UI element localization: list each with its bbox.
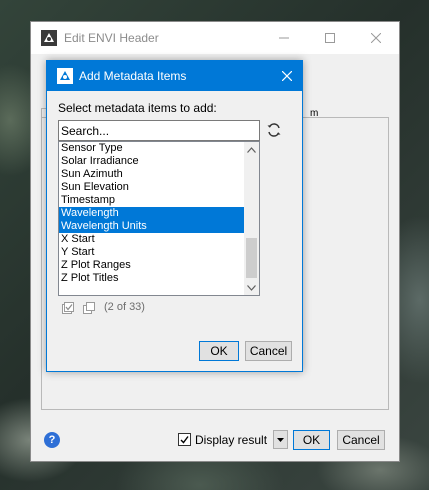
ok-options-dropdown[interactable] xyxy=(273,430,288,449)
main-cancel-button[interactable]: Cancel xyxy=(337,430,385,450)
selection-count: (2 of 33) xyxy=(104,301,145,313)
list-item[interactable]: Solar Irradiance xyxy=(59,155,244,168)
list-item[interactable]: Z Plot Ranges xyxy=(59,259,244,272)
add-metadata-dialog: Add Metadata Items Select metadata items… xyxy=(46,60,303,372)
scroll-thumb[interactable] xyxy=(246,238,257,278)
help-icon[interactable]: ? xyxy=(44,432,60,448)
select-all-icon[interactable] xyxy=(62,302,74,314)
dialog-titlebar: Add Metadata Items xyxy=(47,61,302,91)
dropdown-arrow-icon xyxy=(277,438,284,442)
main-ok-button[interactable]: OK xyxy=(293,430,330,450)
list-item[interactable]: Sensor Type xyxy=(59,142,244,155)
list-item[interactable]: Timestamp xyxy=(59,194,244,207)
dialog-close-button[interactable] xyxy=(272,61,302,91)
scroll-up-button[interactable] xyxy=(244,142,259,157)
main-close-button[interactable] xyxy=(353,22,399,54)
metadata-listbox[interactable]: Sensor Type Solar Irradiance Sun Azimuth Su… xyxy=(58,141,260,296)
dialog-ok-button[interactable]: OK xyxy=(199,341,239,361)
list-item[interactable]: X Start xyxy=(59,233,244,246)
main-window-title: Edit ENVI Header xyxy=(64,31,159,45)
dialog-title: Add Metadata Items xyxy=(79,69,187,83)
list-item[interactable]: Z Plot Titles xyxy=(59,272,244,285)
search-input[interactable] xyxy=(58,120,260,141)
chevron-down-icon xyxy=(247,284,256,291)
scroll-down-button[interactable] xyxy=(244,280,259,295)
refresh-icon[interactable] xyxy=(266,122,282,138)
close-icon xyxy=(371,33,381,43)
display-result-checkbox[interactable] xyxy=(178,433,191,446)
metadata-list: Sensor Type Solar Irradiance Sun Azimuth Su… xyxy=(59,142,244,285)
list-scrollbar[interactable] xyxy=(244,142,259,295)
maximize-button[interactable] xyxy=(307,22,353,54)
dialog-prompt: Select metadata items to add: xyxy=(58,101,217,115)
close-icon xyxy=(282,71,292,81)
dialog-cancel-button[interactable]: Cancel xyxy=(245,341,292,361)
list-item[interactable]: Sun Elevation xyxy=(59,181,244,194)
list-item[interactable]: Sun Azimuth xyxy=(59,168,244,181)
list-item[interactable]: Wavelength xyxy=(59,207,244,220)
deselect-all-icon[interactable] xyxy=(83,302,95,314)
checkmark-icon xyxy=(180,436,189,444)
minimize-button[interactable] xyxy=(261,22,307,54)
main-titlebar: Edit ENVI Header xyxy=(31,22,399,54)
envi-app-icon xyxy=(57,68,73,84)
list-item[interactable]: Wavelength Units xyxy=(59,220,244,233)
maximize-icon xyxy=(325,33,335,43)
list-item[interactable]: Y Start xyxy=(59,246,244,259)
envi-app-icon xyxy=(41,30,57,46)
minimize-icon xyxy=(279,37,289,39)
display-result-label: Display result xyxy=(195,433,268,447)
chevron-up-icon xyxy=(247,146,256,153)
